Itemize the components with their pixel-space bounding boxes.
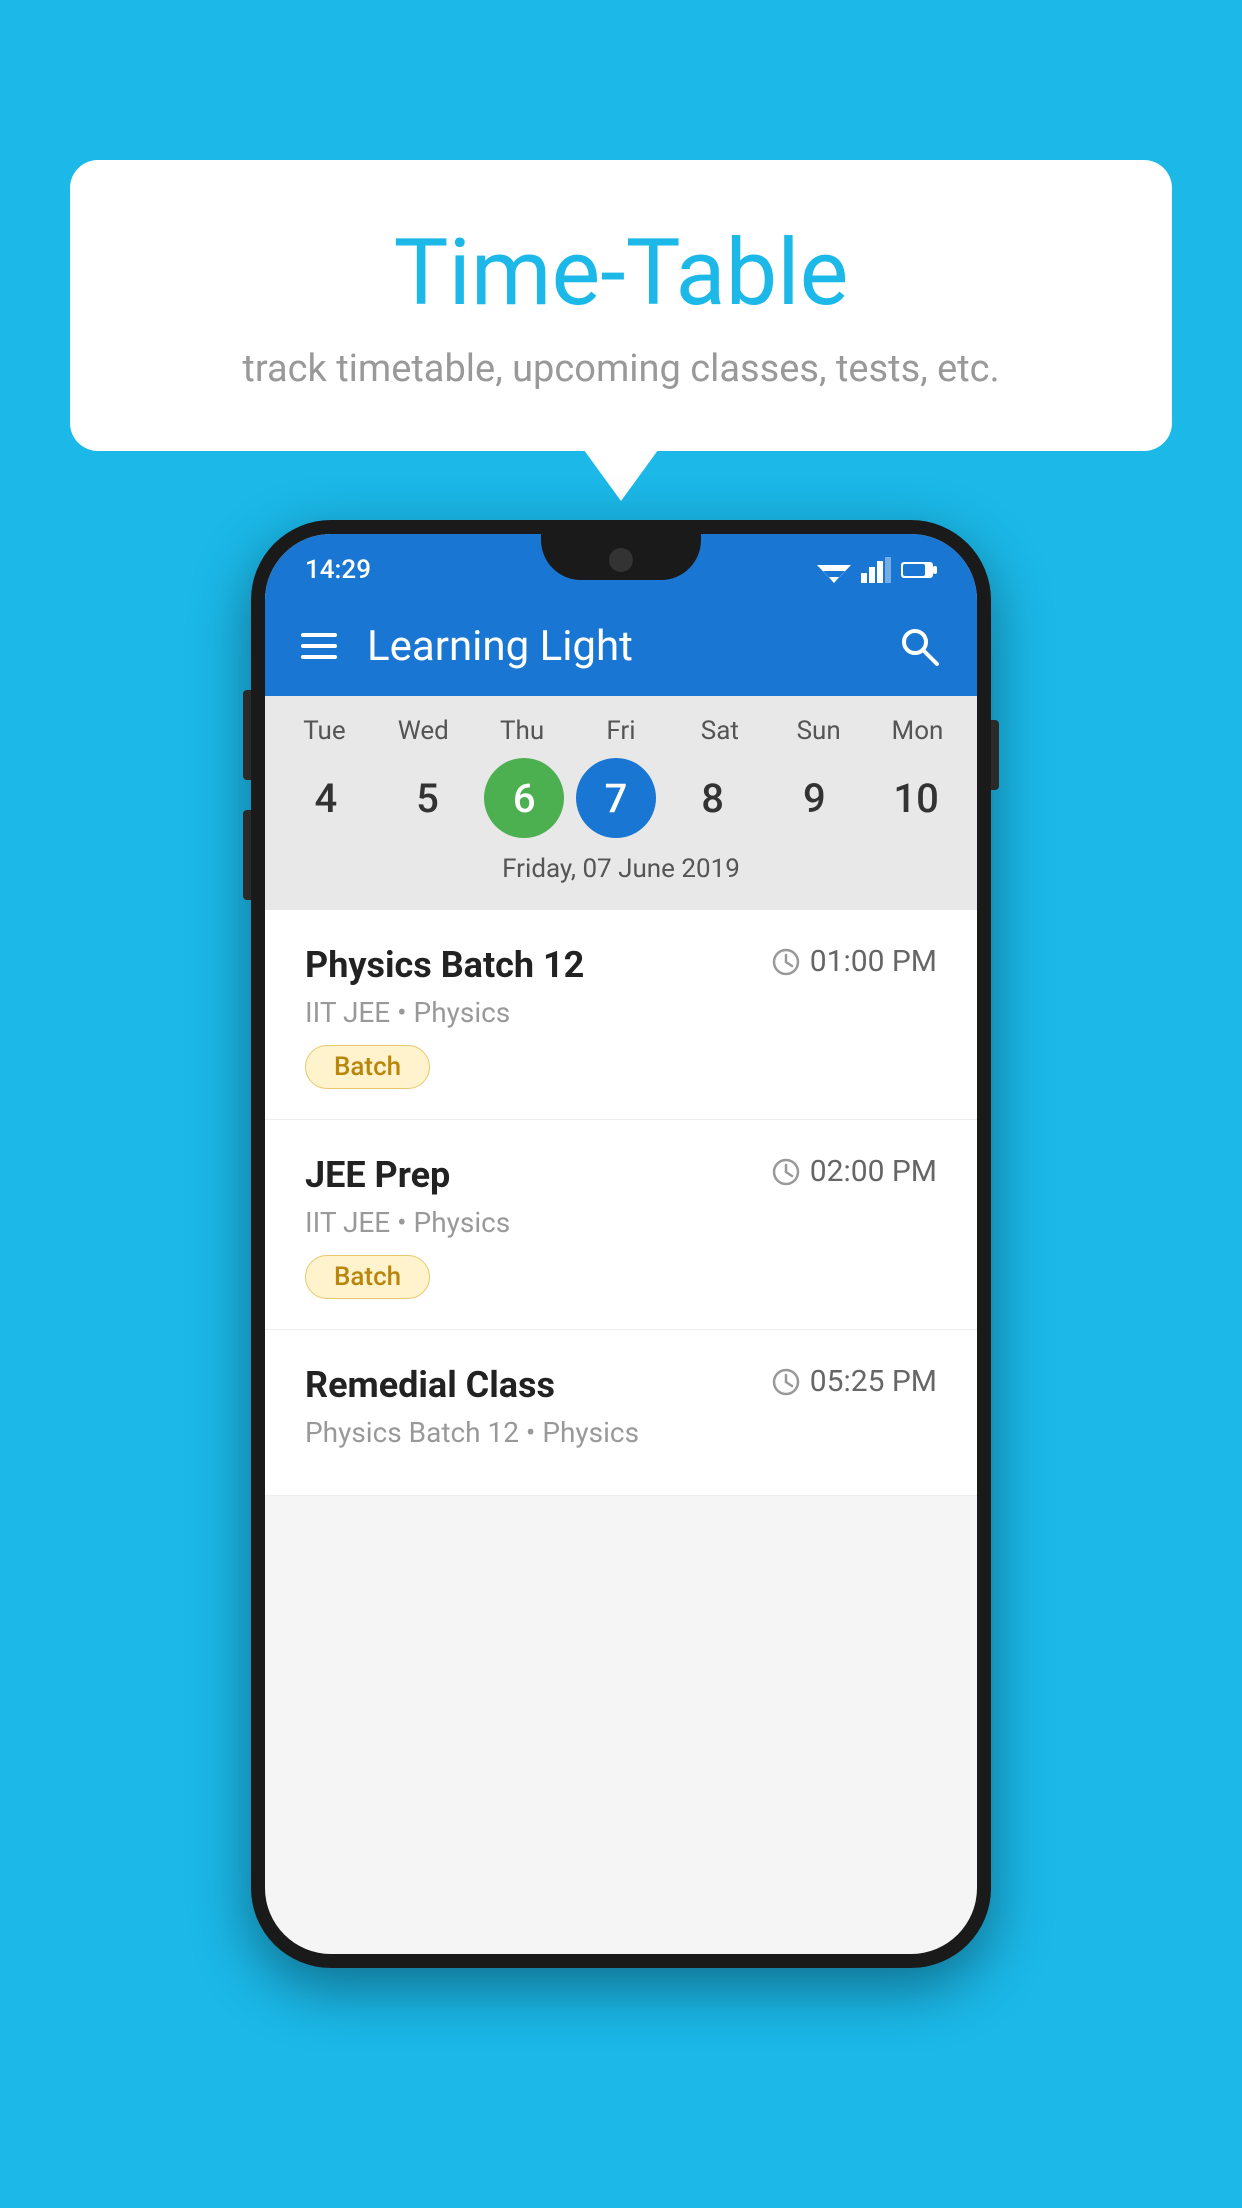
phone-outer: 14:29 xyxy=(251,520,991,1968)
batch-badge: Batch xyxy=(305,1255,430,1299)
clock-icon xyxy=(772,948,800,976)
day-number[interactable]: 4 xyxy=(281,758,371,838)
phone-container: 14:29 xyxy=(251,520,991,1968)
menu-button[interactable] xyxy=(301,633,337,659)
schedule-item[interactable]: JEE Prep 02:00 PM IIT JEE • Physics Batch xyxy=(265,1120,977,1330)
phone-screen: 14:29 xyxy=(265,534,977,1954)
status-bar: 14:29 xyxy=(265,534,977,596)
bubble-subtitle: track timetable, upcoming classes, tests… xyxy=(120,347,1122,391)
calendar-strip: Tue Wed Thu Fri Sat Sun Mon 45678910 Friday, 0… xyxy=(265,696,977,910)
schedule-item-time: 05:25 PM xyxy=(772,1364,937,1399)
day-label: Sat xyxy=(675,716,765,746)
speech-bubble-container: Time-Table track timetable, upcoming cla… xyxy=(70,160,1172,451)
schedule-item[interactable]: Remedial Class 05:25 PM Physics Batch 12 … xyxy=(265,1330,977,1496)
app-title: Learning Light xyxy=(367,622,897,671)
batch-badge: Batch xyxy=(305,1045,430,1089)
selected-date-label: Friday, 07 June 2019 xyxy=(265,854,977,900)
day-label: Tue xyxy=(279,716,369,746)
day-label: Thu xyxy=(477,716,567,746)
battery-icon xyxy=(901,560,937,580)
schedule-item-subtitle: Physics Batch 12 • Physics xyxy=(305,1416,937,1449)
day-numbers: 45678910 xyxy=(265,758,977,838)
schedule-item-subtitle: IIT JEE • Physics xyxy=(305,1206,937,1239)
status-time: 14:29 xyxy=(305,555,371,585)
schedule-item-time: 01:00 PM xyxy=(772,944,937,979)
schedule-item-subtitle: IIT JEE • Physics xyxy=(305,996,937,1029)
day-number[interactable]: 8 xyxy=(668,758,758,838)
schedule-item-title: Remedial Class xyxy=(305,1364,555,1406)
bubble-title: Time-Table xyxy=(120,220,1122,327)
search-icon[interactable] xyxy=(897,624,941,668)
speech-bubble: Time-Table track timetable, upcoming cla… xyxy=(70,160,1172,451)
day-headers: Tue Wed Thu Fri Sat Sun Mon xyxy=(265,716,977,746)
day-label: Mon xyxy=(872,716,962,746)
day-number[interactable]: 6 xyxy=(484,758,564,838)
signal-icon xyxy=(861,557,891,583)
day-number[interactable]: 7 xyxy=(576,758,656,838)
clock-icon xyxy=(772,1368,800,1396)
day-label: Fri xyxy=(576,716,666,746)
day-number[interactable]: 5 xyxy=(383,758,473,838)
volume-up-button xyxy=(243,690,251,780)
schedule-item[interactable]: Physics Batch 12 01:00 PM IIT JEE • Physi… xyxy=(265,910,977,1120)
day-number[interactable]: 10 xyxy=(871,758,961,838)
power-button xyxy=(991,720,999,790)
schedule-item-title: JEE Prep xyxy=(305,1154,450,1196)
schedule-item-title: Physics Batch 12 xyxy=(305,944,584,986)
schedule-list: Physics Batch 12 01:00 PM IIT JEE • Physi… xyxy=(265,910,977,1496)
day-number[interactable]: 9 xyxy=(769,758,859,838)
app-bar: Learning Light xyxy=(265,596,977,696)
schedule-item-time: 02:00 PM xyxy=(772,1154,937,1189)
day-label: Wed xyxy=(378,716,468,746)
clock-icon xyxy=(772,1158,800,1186)
volume-down-button xyxy=(243,810,251,900)
wifi-icon xyxy=(817,557,851,583)
day-label: Sun xyxy=(774,716,864,746)
status-icons xyxy=(817,557,937,583)
